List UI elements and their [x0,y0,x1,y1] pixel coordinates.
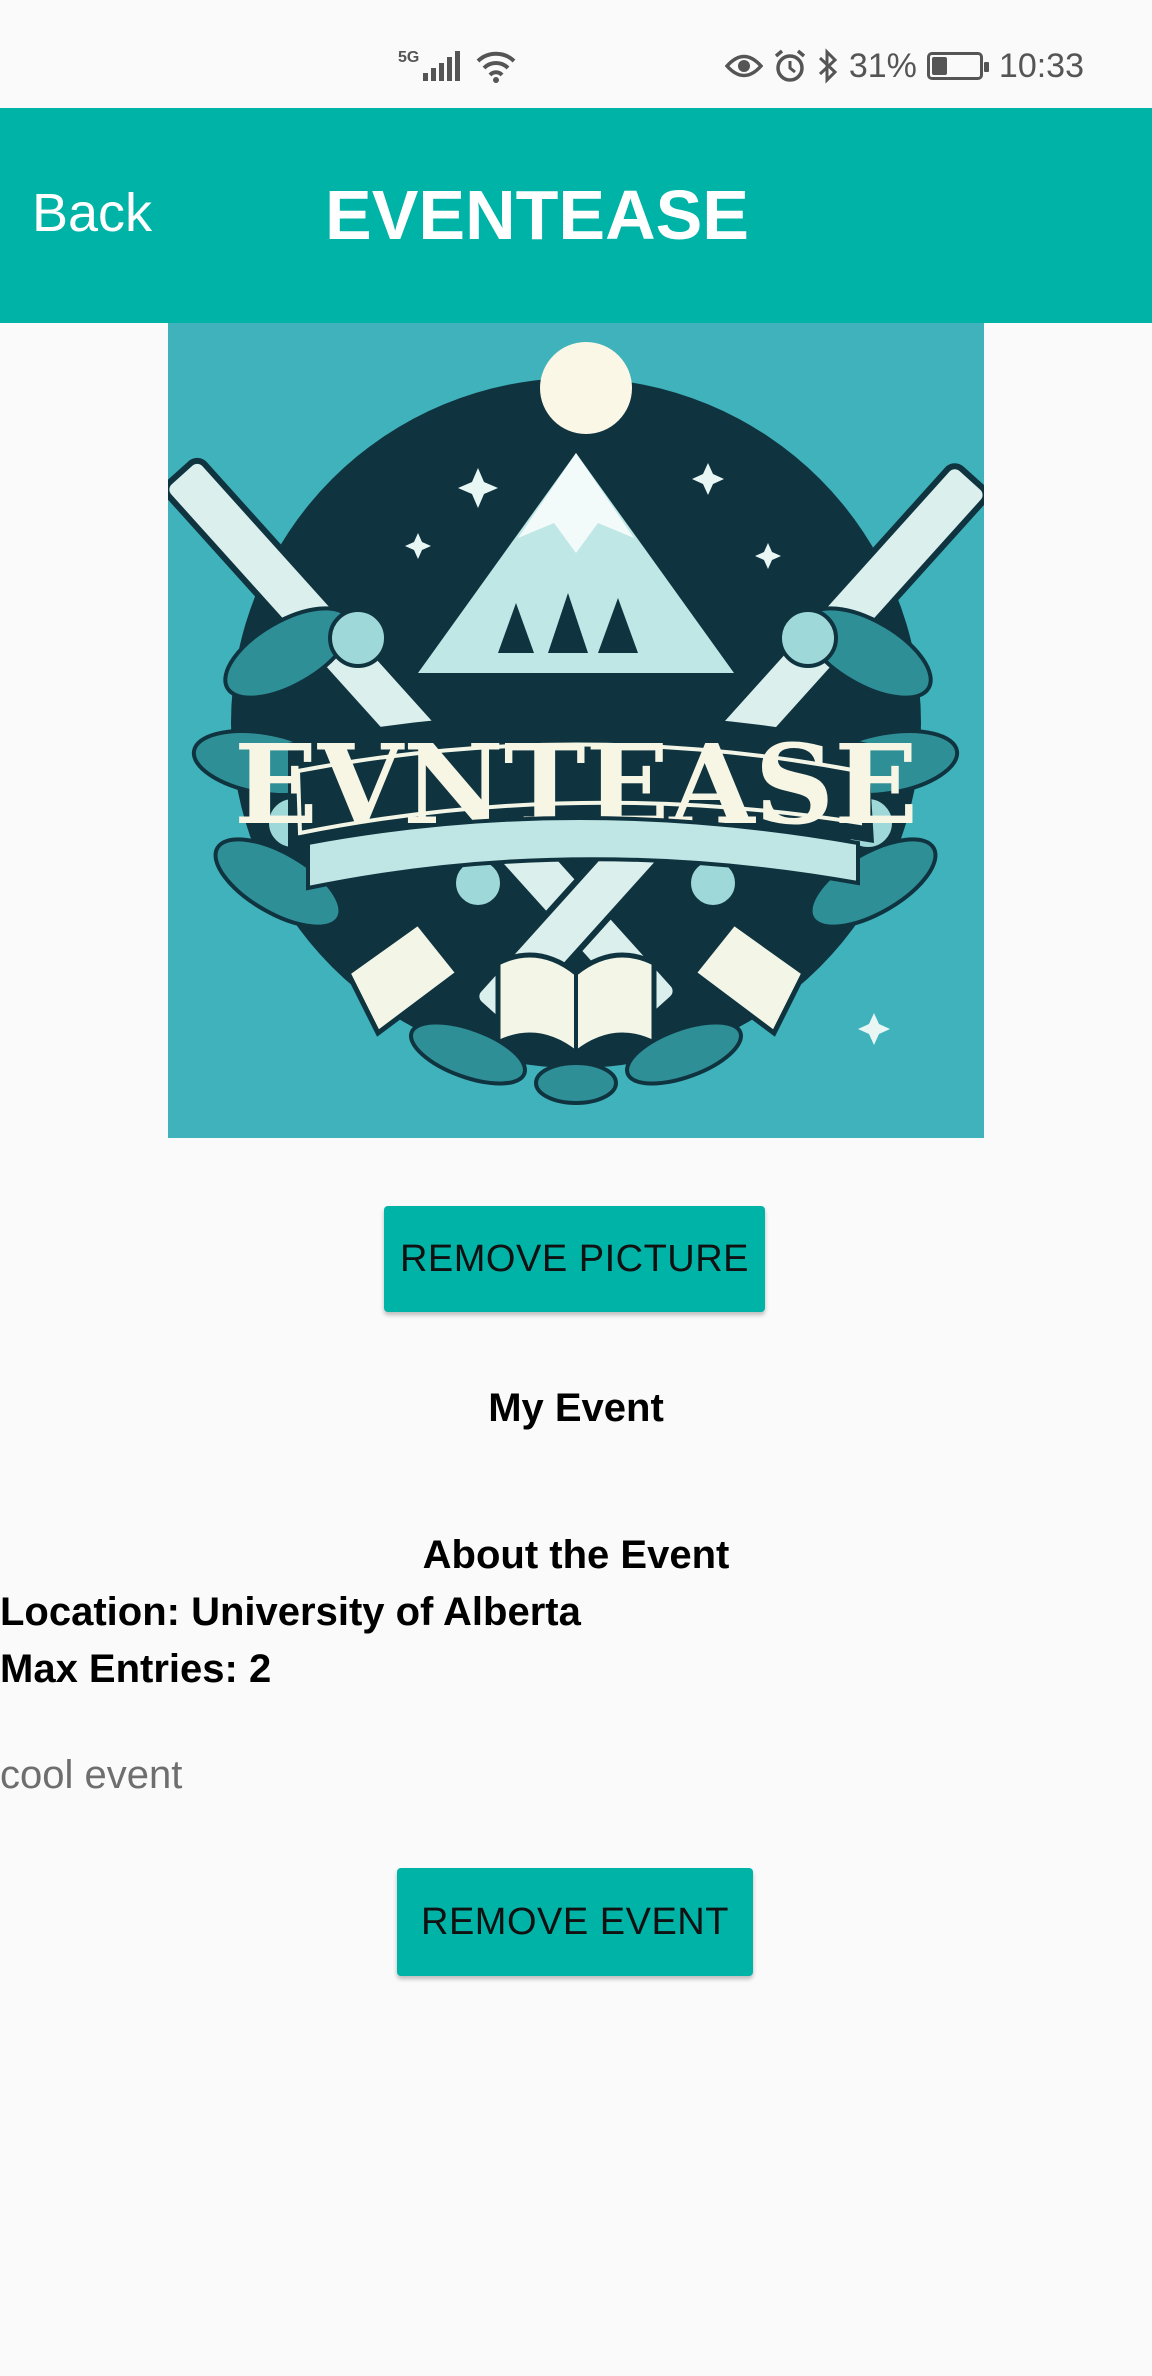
about-event-heading: About the Event [422,1533,730,1577]
event-max-entries: Max Entries: 2 [0,1647,272,1691]
event-description: cool event [0,1753,183,1797]
status-right-group: 31% 10:33 [724,44,1084,88]
network-type-label: 5G [398,49,420,66]
status-left-group: 5G [398,46,516,86]
signal-icon [423,51,461,81]
event-location: Location: University of Alberta [0,1590,581,1634]
remove-event-button[interactable]: REMOVE EVENT [397,1868,753,1976]
remove-picture-button[interactable]: REMOVE PICTURE [384,1206,765,1312]
eye-icon [724,54,763,78]
battery-percent: 31% [848,46,917,85]
battery-fill [931,57,948,75]
status-time: 10:33 [998,46,1084,85]
app-bar: Back EVENTEASE [0,108,1152,323]
event-image: EVNTEASE [168,323,984,1138]
back-button[interactable]: Back [32,186,152,240]
event-name: My Event [488,1386,664,1430]
app-title: EVENTEASE [325,176,749,254]
bluetooth-icon [818,48,838,84]
status-bar: 5G 31% 10:33 [0,0,1152,108]
event-logo-illustration: EVNTEASE [168,323,984,1138]
battery-icon [926,52,989,80]
wifi-icon [476,51,516,83]
alarm-icon [774,49,805,82]
